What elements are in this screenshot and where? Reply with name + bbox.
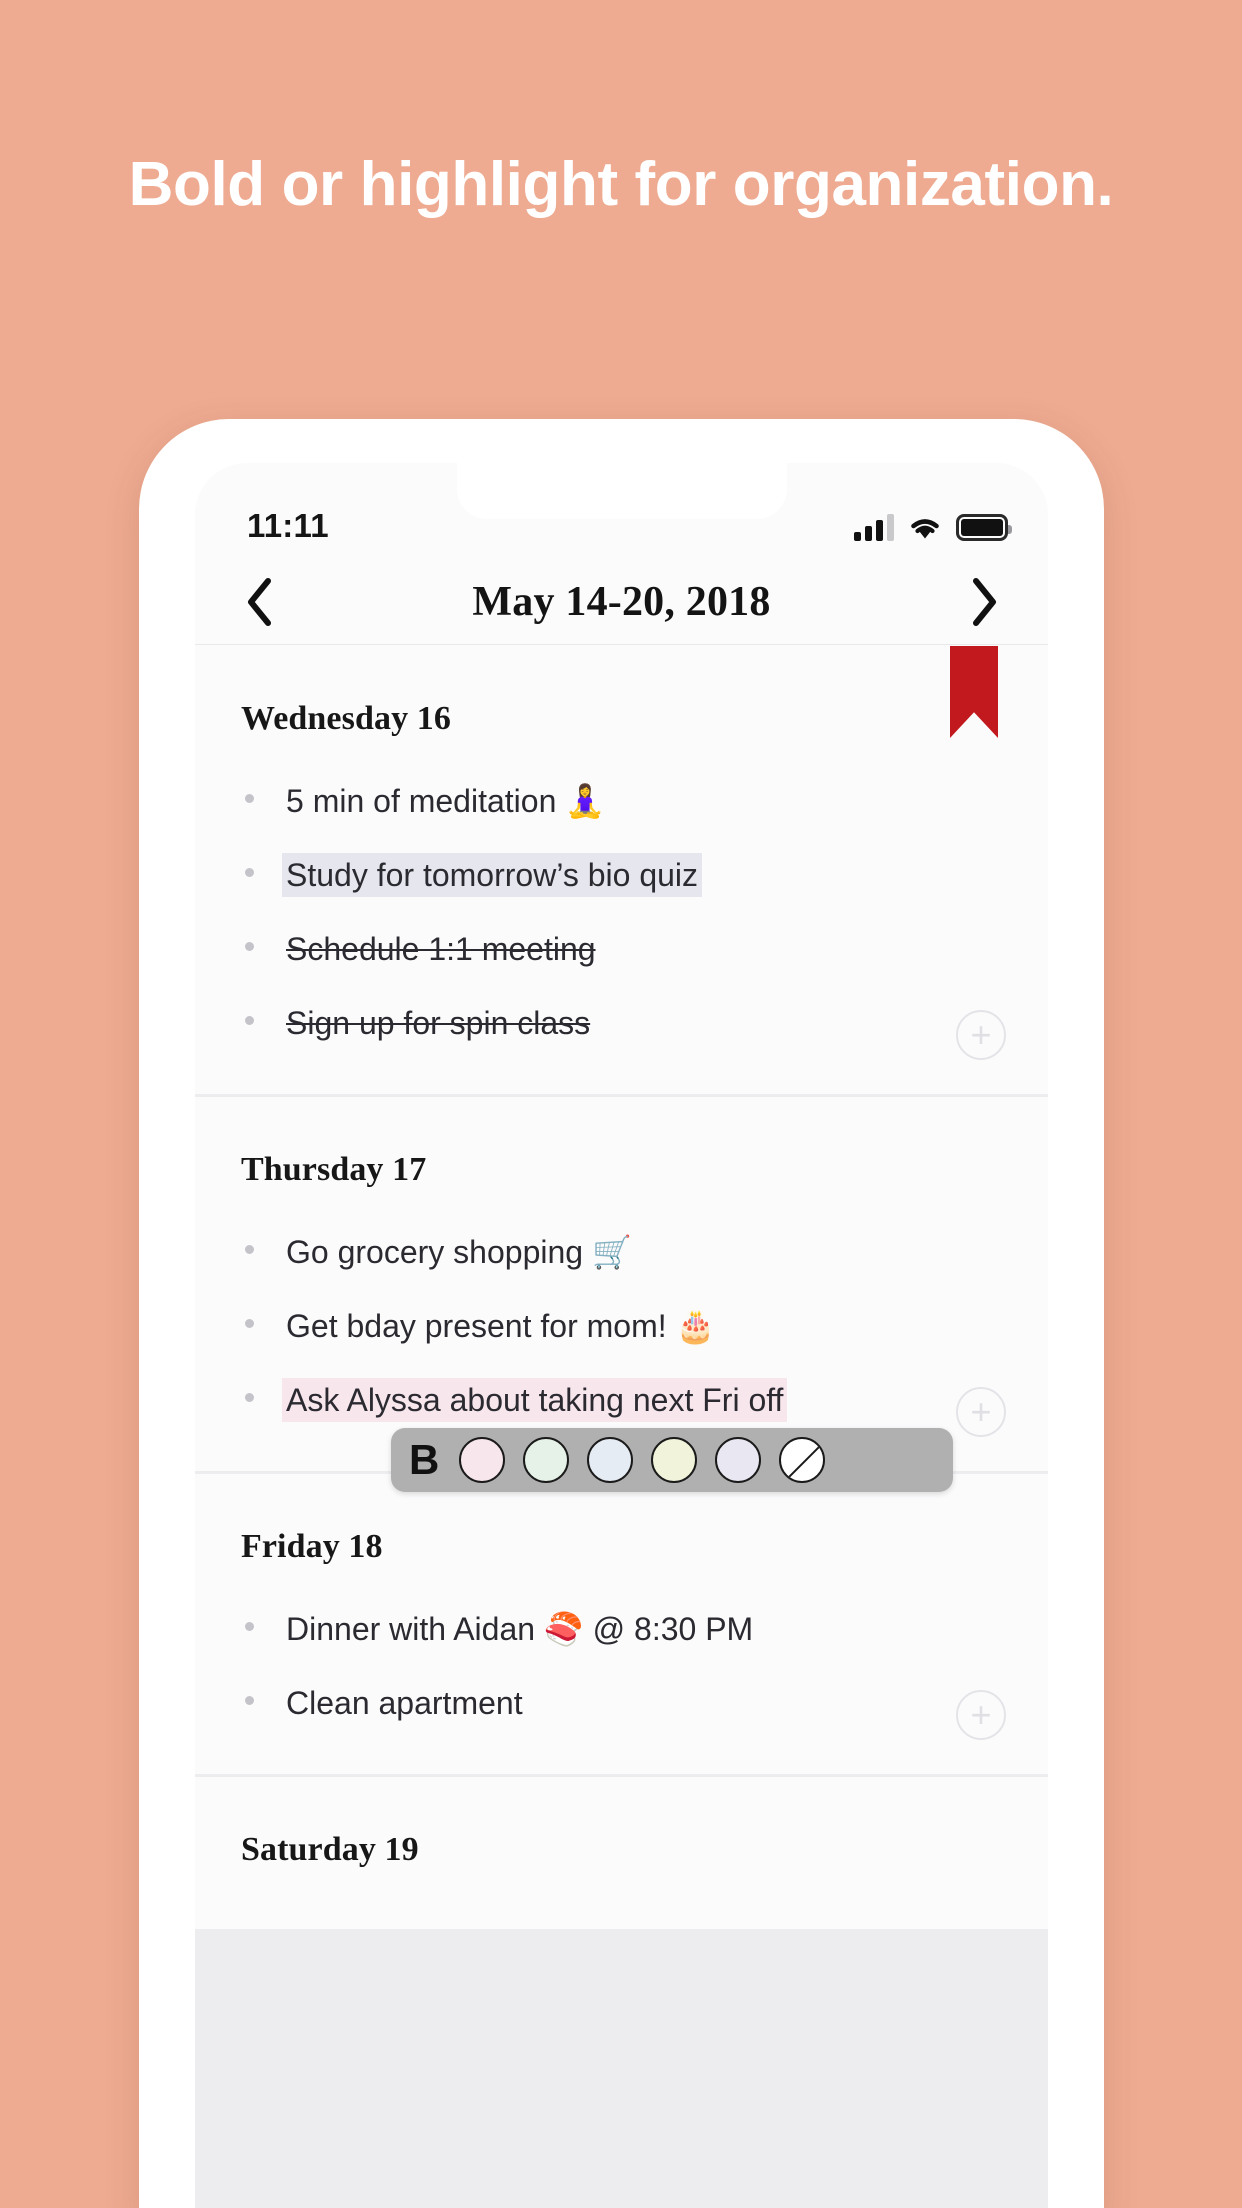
day-card-saturday[interactable]: Saturday 19 (195, 1777, 1048, 1929)
bullet-icon (245, 1319, 254, 1328)
marketing-headline: Bold or highlight for organization. (128, 150, 1114, 219)
week-range-title: May 14-20, 2018 (472, 578, 771, 625)
todo-text: Go grocery shopping 🛒 (286, 1234, 632, 1270)
todo-text: Schedule 1:1 meeting (286, 931, 596, 967)
todo-text: Ask Alyssa about taking next Fri off (282, 1378, 788, 1422)
cellular-signal-icon (854, 514, 894, 541)
todo-text: 5 min of meditation 🧘‍♀️ (286, 783, 606, 819)
week-navigation-bar: May 14-20, 2018 (195, 559, 1048, 645)
status-bar-time: 11:11 (247, 507, 329, 544)
bold-button[interactable]: B (409, 1439, 439, 1481)
list-item[interactable]: Clean apartment (241, 1666, 1002, 1740)
todo-text: Dinner with Aidan 🍣 @ 8:30 PM (286, 1611, 754, 1647)
bullet-icon (245, 1016, 254, 1025)
todo-text: Study for tomorrow’s bio quiz (282, 853, 703, 897)
battery-icon (956, 514, 1012, 541)
add-task-button[interactable]: + (956, 1010, 1006, 1060)
highlight-swatch-pink[interactable] (459, 1437, 506, 1483)
list-item[interactable]: Ask Alyssa about taking next Fri off (241, 1363, 1002, 1437)
phone-mockup: 11:11 May 14-20, 2018 Wednesday 16 5 min… (139, 419, 1104, 2208)
list-item[interactable]: Study for tomorrow’s bio quiz (241, 838, 1002, 912)
next-week-button[interactable] (956, 574, 1012, 630)
todo-text: Sign up for spin class (286, 1005, 591, 1041)
status-bar-icons (854, 507, 1012, 541)
todo-text: Get bday present for mom! 🎂 (286, 1308, 716, 1344)
day-card-title: Wednesday 16 (241, 700, 451, 737)
format-toolbar[interactable]: B (391, 1428, 953, 1492)
add-task-button[interactable]: + (956, 1387, 1006, 1437)
bullet-icon (245, 868, 254, 877)
day-card-thursday[interactable]: Thursday 17 Go grocery shopping 🛒 Get bd… (195, 1097, 1048, 1471)
highlight-swatch-none-icon[interactable] (779, 1437, 826, 1483)
day-card-list[interactable]: Wednesday 16 5 min of meditation 🧘‍♀️ St… (195, 646, 1048, 2208)
add-task-button[interactable]: + (956, 1690, 1006, 1740)
highlight-swatch-green[interactable] (523, 1437, 570, 1483)
bullet-icon (245, 794, 254, 803)
day-card-wednesday[interactable]: Wednesday 16 5 min of meditation 🧘‍♀️ St… (195, 646, 1048, 1094)
list-item[interactable]: Go grocery shopping 🛒 (241, 1215, 1002, 1289)
bullet-icon (245, 1393, 254, 1402)
bullet-icon (245, 1696, 254, 1705)
wifi-icon (908, 515, 942, 541)
list-item[interactable]: Schedule 1:1 meeting (241, 912, 1002, 986)
day-card-title: Thursday 17 (241, 1151, 427, 1188)
bullet-icon (245, 1245, 254, 1254)
highlight-swatch-lavender[interactable] (715, 1437, 762, 1483)
previous-week-button[interactable] (231, 574, 287, 630)
list-item[interactable]: Get bday present for mom! 🎂 (241, 1289, 1002, 1363)
highlight-swatch-yellow[interactable] (651, 1437, 698, 1483)
bullet-icon (245, 942, 254, 951)
highlight-swatch-blue[interactable] (587, 1437, 634, 1483)
day-card-title: Saturday 19 (241, 1831, 419, 1868)
list-item[interactable]: 5 min of meditation 🧘‍♀️ (241, 764, 1002, 838)
phone-screen: 11:11 May 14-20, 2018 Wednesday 16 5 min… (195, 463, 1048, 2208)
day-card-title: Friday 18 (241, 1528, 383, 1565)
list-item[interactable]: Sign up for spin class (241, 986, 1002, 1060)
todo-text: Clean apartment (286, 1685, 523, 1721)
phone-notch (456, 463, 787, 519)
day-card-friday[interactable]: Friday 18 Dinner with Aidan 🍣 @ 8:30 PM … (195, 1474, 1048, 1774)
list-item[interactable]: Dinner with Aidan 🍣 @ 8:30 PM (241, 1592, 1002, 1666)
bullet-icon (245, 1622, 254, 1631)
